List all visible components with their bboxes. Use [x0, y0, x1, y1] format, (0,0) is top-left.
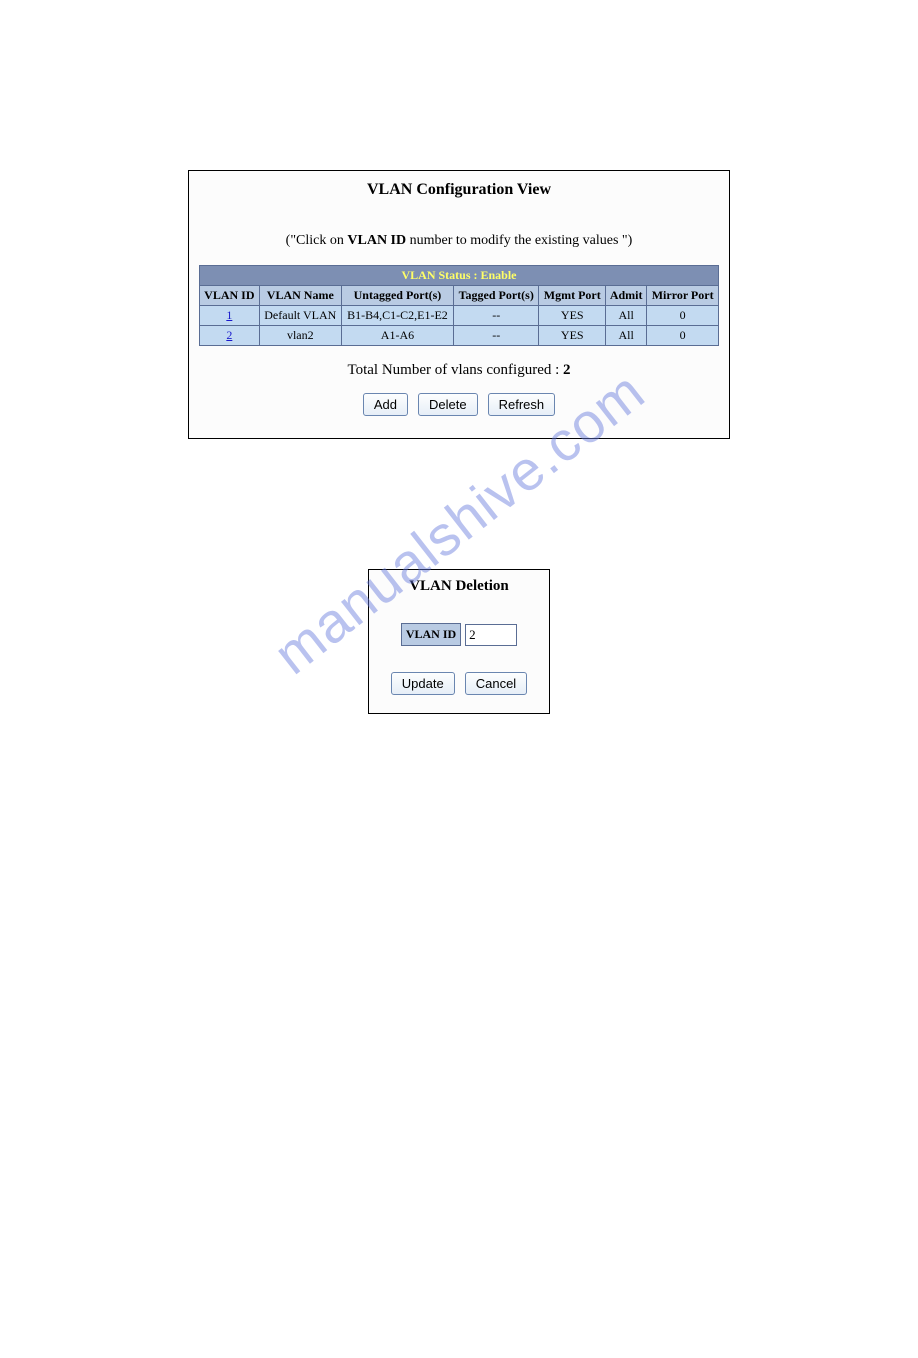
- col-vlan-name: VLAN Name: [259, 286, 341, 306]
- vlan-id-link[interactable]: 2: [226, 328, 232, 342]
- cell-untagged: B1-B4,C1-C2,E1-E2: [341, 306, 453, 326]
- add-button[interactable]: Add: [363, 393, 408, 416]
- cell-mirror: 0: [647, 306, 719, 326]
- vlan-table: VLAN Status : Enable VLAN ID VLAN Name U…: [199, 265, 719, 346]
- vlan-id-row: VLAN ID: [401, 623, 517, 646]
- cell-mirror: 0: [647, 326, 719, 346]
- cell-mgmt: YES: [539, 306, 606, 326]
- config-button-row: Add Delete Refresh: [189, 389, 729, 420]
- refresh-button[interactable]: Refresh: [488, 393, 556, 416]
- col-mgmt: Mgmt Port: [539, 286, 606, 306]
- vlan-config-panel: VLAN Configuration View ("Click on VLAN …: [188, 170, 730, 439]
- panel-subtitle: ("Click on VLAN ID number to modify the …: [189, 205, 729, 265]
- cell-tagged: --: [453, 306, 539, 326]
- cell-tagged: --: [453, 326, 539, 346]
- delete-button[interactable]: Delete: [418, 393, 478, 416]
- col-mirror: Mirror Port: [647, 286, 719, 306]
- subtitle-prefix: ("Click on: [286, 233, 348, 248]
- vlan-header-row: VLAN ID VLAN Name Untagged Port(s) Tagge…: [200, 286, 719, 306]
- subtitle-suffix: number to modify the existing values "): [406, 233, 632, 248]
- vlan-deletion-panel: VLAN Deletion VLAN ID Update Cancel: [368, 569, 550, 714]
- deletion-title: VLAN Deletion: [369, 570, 549, 623]
- cell-admit: All: [606, 306, 647, 326]
- col-untagged: Untagged Port(s): [341, 286, 453, 306]
- col-tagged: Tagged Port(s): [453, 286, 539, 306]
- panel-title: VLAN Configuration View: [189, 171, 729, 205]
- update-button[interactable]: Update: [391, 672, 455, 695]
- total-count: 2: [563, 362, 571, 378]
- col-vlan-id: VLAN ID: [200, 286, 260, 306]
- cell-admit: All: [606, 326, 647, 346]
- cancel-button[interactable]: Cancel: [465, 672, 527, 695]
- cell-name: Default VLAN: [259, 306, 341, 326]
- cell-mgmt: YES: [539, 326, 606, 346]
- vlan-id-input[interactable]: [465, 624, 517, 646]
- vlan-id-link[interactable]: 1: [226, 308, 232, 322]
- col-admit: Admit: [606, 286, 647, 306]
- total-prefix: Total Number of vlans configured :: [347, 362, 563, 378]
- vlan-id-label: VLAN ID: [401, 623, 461, 646]
- vlan-status-row: VLAN Status : Enable: [200, 266, 719, 286]
- vlan-status-cell: VLAN Status : Enable: [200, 266, 719, 286]
- total-line: Total Number of vlans configured : 2: [189, 346, 729, 389]
- deletion-button-row: Update Cancel: [369, 668, 549, 699]
- cell-untagged: A1-A6: [341, 326, 453, 346]
- cell-name: vlan2: [259, 326, 341, 346]
- subtitle-bold: VLAN ID: [347, 233, 406, 248]
- table-row: 2 vlan2 A1-A6 -- YES All 0: [200, 326, 719, 346]
- table-row: 1 Default VLAN B1-B4,C1-C2,E1-E2 -- YES …: [200, 306, 719, 326]
